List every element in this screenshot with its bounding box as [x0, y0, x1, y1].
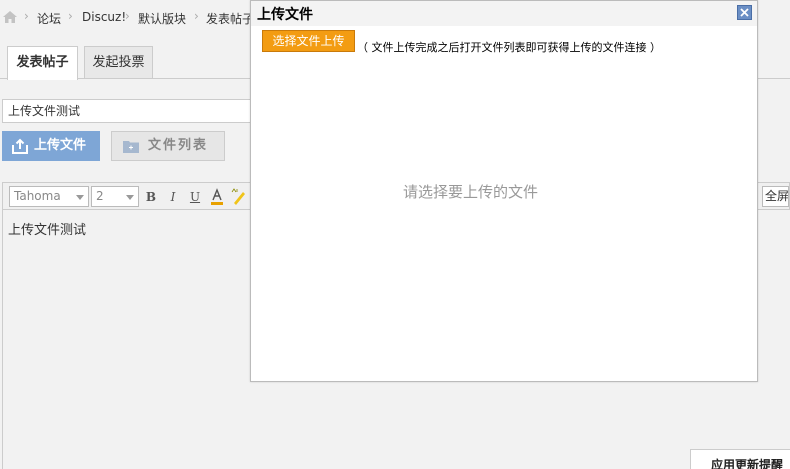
underline-icon[interactable]: U — [187, 188, 203, 206]
bold-icon[interactable]: B — [143, 188, 159, 206]
empty-file-placeholder: 请选择要上传的文件 — [403, 183, 539, 201]
close-icon[interactable] — [737, 5, 752, 20]
breadcrumb-default-board[interactable]: 默认版块 — [138, 10, 186, 27]
font-family-value: Tahoma — [14, 189, 61, 203]
font-color-glyph — [211, 188, 223, 205]
chevron-down-icon — [76, 195, 84, 200]
dialog-header: 上传文件 — [251, 1, 757, 26]
tab-new-poll[interactable]: 发起投票 — [84, 46, 153, 78]
dialog-title: 上传文件 — [257, 7, 313, 23]
upload-dialog: 上传文件 选择文件上传 （ 文件上传完成之后打开文件列表即可获得上传的文件连接 … — [250, 0, 758, 382]
font-family-select[interactable]: Tahoma — [9, 186, 89, 207]
fullscreen-button[interactable]: 全屏 — [762, 186, 789, 207]
app-update-notice[interactable]: 应用更新提醒 — [690, 449, 790, 469]
breadcrumb-discuz[interactable]: Discuz! — [82, 10, 126, 24]
breadcrumb-separator: › — [24, 9, 29, 23]
file-list-label: 文件列表 — [148, 138, 209, 153]
upload-file-label: 上传文件 — [34, 138, 87, 153]
font-size-select[interactable]: 2 — [91, 186, 139, 207]
file-list-button[interactable]: 文件列表 — [111, 131, 225, 161]
italic-icon[interactable]: I — [165, 188, 181, 206]
subject-input[interactable]: 上传文件测试 — [2, 99, 254, 123]
breadcrumb-separator: › — [125, 9, 130, 23]
folder-icon — [123, 141, 139, 153]
home-icon[interactable] — [3, 11, 17, 23]
breadcrumb-separator: › — [68, 9, 73, 23]
tab-new-post[interactable]: 发表帖子 — [7, 46, 78, 80]
select-file-button[interactable]: 选择文件上传 — [262, 30, 355, 52]
breadcrumb-separator: › — [194, 9, 199, 23]
editor-text: 上传文件测试 — [8, 223, 87, 238]
upload-icon — [12, 138, 28, 154]
breadcrumb-forum[interactable]: 论坛 — [37, 10, 61, 27]
breadcrumb-post: 发表帖子 — [206, 12, 255, 26]
font-color-icon[interactable] — [209, 188, 225, 206]
upload-file-button[interactable]: 上传文件 — [2, 131, 100, 161]
font-size-value: 2 — [96, 189, 104, 203]
highlight-icon[interactable] — [231, 188, 247, 206]
chevron-down-icon — [126, 195, 134, 200]
highlight-glyph — [231, 188, 245, 205]
upload-hint: （ 文件上传完成之后打开文件列表即可获得上传的文件连接 ） — [357, 41, 661, 54]
